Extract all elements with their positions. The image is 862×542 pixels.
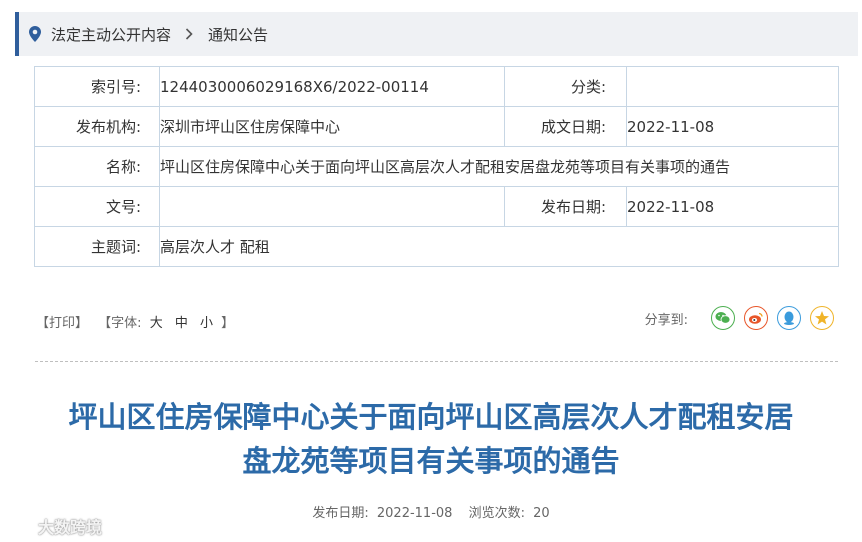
- issuer-label: 发布机构:: [34, 106, 160, 147]
- wechat-icon[interactable]: [711, 306, 735, 330]
- weibo-icon[interactable]: [744, 306, 768, 330]
- pub-date-value: 2022-11-08: [626, 186, 839, 227]
- name-value: 坪山区住房保障中心关于面向坪山区高层次人才配租安居盘龙苑等项目有关事项的通告: [159, 146, 839, 187]
- views-value: 20: [533, 506, 550, 521]
- watermark-text: 大数跨境: [38, 518, 103, 537]
- breadcrumb: 法定主动公开内容 通知公告: [15, 12, 858, 56]
- publish-info: 发布日期: 2022-11-08 浏览次数: 20: [0, 502, 862, 521]
- chevron-right-icon: [182, 28, 196, 40]
- font-size-small-button[interactable]: 小: [200, 312, 213, 331]
- font-size-label: 【字体:: [98, 316, 142, 331]
- dashed-divider: [35, 361, 838, 362]
- pub-date-label: 发布日期:: [504, 186, 627, 227]
- doc-no-value: [159, 186, 505, 227]
- doc-no-label: 文号:: [34, 186, 160, 227]
- views-label: 浏览次数:: [468, 506, 525, 521]
- table-row: 索引号: 1244030006029168X6/2022-00114 分类:: [34, 66, 839, 107]
- article-title-line-2: 盘龙苑等项目有关事项的通告: [242, 444, 620, 478]
- category-label: 分类:: [504, 66, 627, 107]
- document-meta-table: 索引号: 1244030006029168X6/2022-00114 分类: 发…: [34, 66, 839, 267]
- category-value: [626, 66, 839, 107]
- qq-icon[interactable]: [777, 306, 801, 330]
- table-row: 文号: 发布日期: 2022-11-08: [34, 186, 839, 227]
- font-size-medium-button[interactable]: 中: [175, 312, 188, 331]
- print-button[interactable]: 【打印】: [36, 312, 88, 331]
- article-title: 坪山区住房保障中心关于面向坪山区高层次人才配租安居 盘龙苑等项目有关事项的通告: [0, 395, 862, 483]
- pub-date-value: 2022-11-08: [376, 506, 453, 521]
- font-size-close-bracket: 】: [221, 316, 235, 331]
- topic-label: 主题词:: [34, 226, 160, 267]
- font-size-large-button[interactable]: 大: [150, 312, 163, 331]
- table-row: 发布机构: 深圳市坪山区住房保障中心 成文日期: 2022-11-08: [34, 106, 839, 147]
- location-pin-icon: [27, 24, 43, 44]
- breadcrumb-item-public-content[interactable]: 法定主动公开内容: [51, 24, 171, 45]
- table-row: 名称: 坪山区住房保障中心关于面向坪山区高层次人才配租安居盘龙苑等项目有关事项的…: [34, 146, 839, 187]
- article-title-line-1: 坪山区住房保障中心关于面向坪山区高层次人才配租安居: [68, 400, 794, 434]
- qzone-icon[interactable]: [810, 306, 834, 330]
- watermark-logo-icon: [6, 515, 32, 537]
- name-label: 名称:: [34, 146, 160, 187]
- doc-date-value: 2022-11-08: [626, 106, 839, 147]
- issuer-value: 深圳市坪山区住房保障中心: [159, 106, 505, 147]
- watermark: 大数跨境: [6, 514, 102, 538]
- index-no-value: 1244030006029168X6/2022-00114: [159, 66, 505, 107]
- doc-date-label: 成文日期:: [504, 106, 627, 147]
- topic-value: 高层次人才 配租: [159, 226, 839, 267]
- share-bar: 分享到:: [645, 306, 834, 330]
- share-label: 分享到:: [644, 312, 688, 328]
- breadcrumb-item-notices[interactable]: 通知公告: [208, 24, 268, 45]
- index-no-label: 索引号:: [34, 66, 160, 107]
- article-tools: 【打印】 【字体: 大 中 小 】: [36, 312, 234, 331]
- table-row: 主题词: 高层次人才 配租: [34, 226, 839, 267]
- pub-date-label: 发布日期:: [312, 506, 369, 521]
